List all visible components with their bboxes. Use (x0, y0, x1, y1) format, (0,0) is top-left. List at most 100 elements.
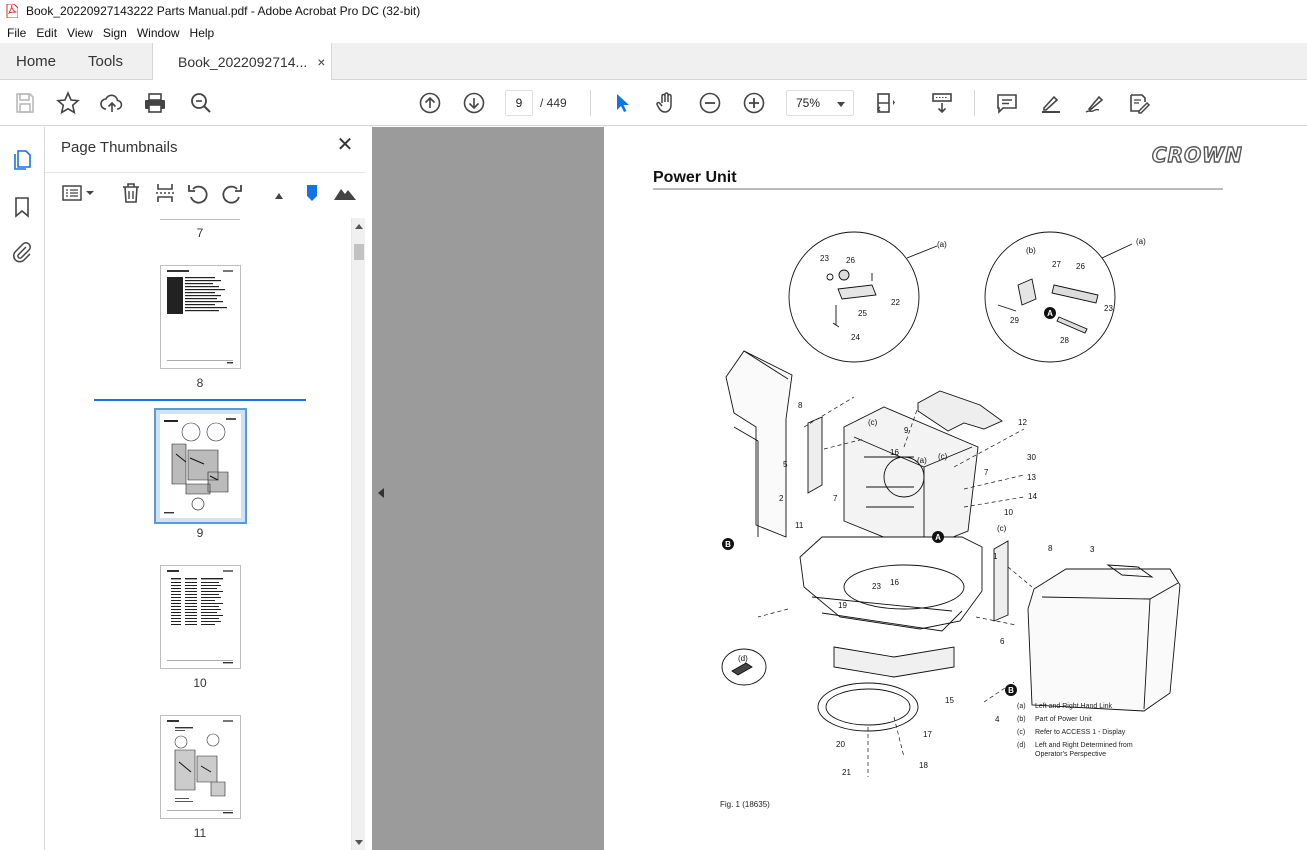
thumbnail-page-8[interactable] (160, 265, 241, 369)
scroll-up-arrow-icon[interactable] (355, 224, 363, 229)
page-number-input[interactable]: 9 (505, 90, 533, 116)
figure-caption: Fig. 1 (18635) (720, 800, 770, 809)
callout: (b) (1026, 246, 1036, 255)
thumbnail-larger-icon[interactable] (333, 181, 357, 205)
callout: 19 (838, 601, 847, 610)
callout: 22 (891, 298, 900, 307)
callout: 30 (1027, 453, 1036, 462)
options-menu-icon[interactable] (61, 181, 97, 205)
callout: 18 (919, 761, 928, 770)
pdf-app-icon (6, 3, 19, 19)
collapse-panel-arrow-icon[interactable] (378, 488, 384, 498)
panel-toolbar (45, 172, 365, 212)
next-page-icon[interactable] (461, 90, 487, 116)
scroll-mode-icon[interactable] (929, 90, 955, 116)
print-icon[interactable] (142, 90, 168, 116)
extract-page-icon[interactable] (153, 181, 177, 205)
page-total-label: / 449 (540, 96, 567, 110)
scroll-down-arrow-icon[interactable] (355, 840, 363, 845)
callout: (c) (868, 418, 878, 427)
menu-edit[interactable]: Edit (31, 26, 62, 40)
tab-document-label: Book_2022092714... (178, 54, 308, 70)
zoom-out-icon[interactable] (697, 90, 723, 116)
rotate-clockwise-icon[interactable] (220, 181, 244, 205)
callout: 7 (984, 468, 989, 477)
thumbnail-scrollbar[interactable] (351, 218, 365, 850)
zoom-level-select[interactable]: 75% (786, 90, 854, 116)
document-page: CROWN Power Unit A A B B (a) 23 26 22 25… (604, 127, 1307, 850)
scrollbar-thumb[interactable] (354, 244, 364, 260)
zoom-in-icon[interactable] (741, 90, 767, 116)
toolbar-divider (974, 90, 975, 116)
thumbnail-page-9-selected[interactable] (154, 408, 247, 524)
legend-text: Left and Right Hand Link (1035, 703, 1113, 710)
select-cursor-icon[interactable] (609, 90, 635, 116)
menu-bar: File Edit View Sign Window Help (0, 22, 1307, 43)
callout: 21 (842, 768, 851, 777)
save-icon[interactable] (12, 90, 38, 116)
figure-legend: (a) Left and Right Hand Link (b) Part of P… (1017, 700, 1145, 759)
menu-help[interactable]: Help (185, 26, 220, 40)
comment-icon[interactable] (994, 90, 1020, 116)
upload-cloud-icon[interactable] (99, 90, 125, 116)
thumbnail-page-10[interactable] (160, 565, 241, 669)
previous-page-icon[interactable] (417, 90, 443, 116)
tab-home[interactable]: Home (16, 43, 56, 80)
callout: 29 (1010, 316, 1019, 325)
callout: 11 (795, 521, 804, 530)
marker-a-2: A (935, 533, 941, 542)
zoom-search-icon[interactable] (188, 90, 214, 116)
callout: (c) (938, 452, 948, 461)
document-viewer-background (372, 127, 604, 850)
bookmarks-icon[interactable] (10, 195, 34, 219)
tab-document[interactable]: Book_2022092714... × (152, 43, 332, 81)
legend-key: (c) (1017, 729, 1026, 736)
callout: 24 (851, 333, 860, 342)
callout: 8 (798, 401, 803, 410)
page-fit-icon[interactable] (873, 90, 899, 116)
callout: 6 (1000, 637, 1005, 646)
attachments-paperclip-icon[interactable] (10, 240, 34, 264)
callout: 25 (858, 309, 867, 318)
legend-key: (d) (1017, 742, 1026, 749)
page-thumbnails-icon[interactable] (10, 148, 34, 172)
delete-page-icon[interactable] (119, 181, 143, 205)
menu-view[interactable]: View (62, 26, 98, 40)
callout: 16 (890, 448, 899, 457)
callout: 1 (993, 552, 998, 561)
tab-bar: Home Tools Book_2022092714... × (0, 43, 1307, 81)
rotate-counterclockwise-icon[interactable] (186, 181, 210, 205)
callout: 23 (1104, 304, 1113, 313)
menu-sign[interactable]: Sign (98, 26, 132, 40)
menu-window[interactable]: Window (132, 26, 185, 40)
draw-sign-icon[interactable] (1082, 90, 1108, 116)
legend-key: (b) (1017, 716, 1026, 723)
callout: 26 (846, 256, 855, 265)
callout: 4 (995, 715, 1000, 724)
callout: 8 (1048, 544, 1053, 553)
callout: 23 (872, 582, 881, 591)
tab-tools[interactable]: Tools (88, 43, 123, 80)
thumbnail-page-edge (160, 219, 240, 220)
menu-file[interactable]: File (2, 26, 31, 40)
thumbnail-page-11[interactable] (160, 715, 241, 819)
callout: 10 (1004, 508, 1013, 517)
highlight-pen-icon[interactable] (1038, 90, 1064, 116)
close-panel-icon[interactable]: ✕ (335, 135, 355, 155)
close-tab-icon[interactable]: × (317, 54, 325, 70)
callout: 27 (1052, 260, 1061, 269)
thumbnail-smaller-icon[interactable] (267, 181, 291, 205)
callout: 15 (945, 696, 954, 705)
callout: 3 (1090, 545, 1095, 554)
marker-b-1: B (725, 540, 731, 549)
legend-text: Left and Right Determined from Operator'… (1035, 742, 1133, 758)
thumbnail-label: 7 (196, 226, 204, 240)
fill-sign-icon[interactable] (1126, 90, 1152, 116)
window-title: Book_20220927143222 Parts Manual.pdf - A… (26, 4, 421, 18)
thumbnail-slider-icon[interactable] (300, 181, 324, 205)
callout: 16 (890, 578, 899, 587)
callout: (a) (937, 240, 947, 249)
hand-tool-icon[interactable] (653, 90, 679, 116)
exploded-parts-diagram: A A B B (a) 23 26 22 25 24 (b) 27 26 (a)… (721, 231, 1181, 777)
bookmark-star-icon[interactable] (55, 90, 81, 116)
